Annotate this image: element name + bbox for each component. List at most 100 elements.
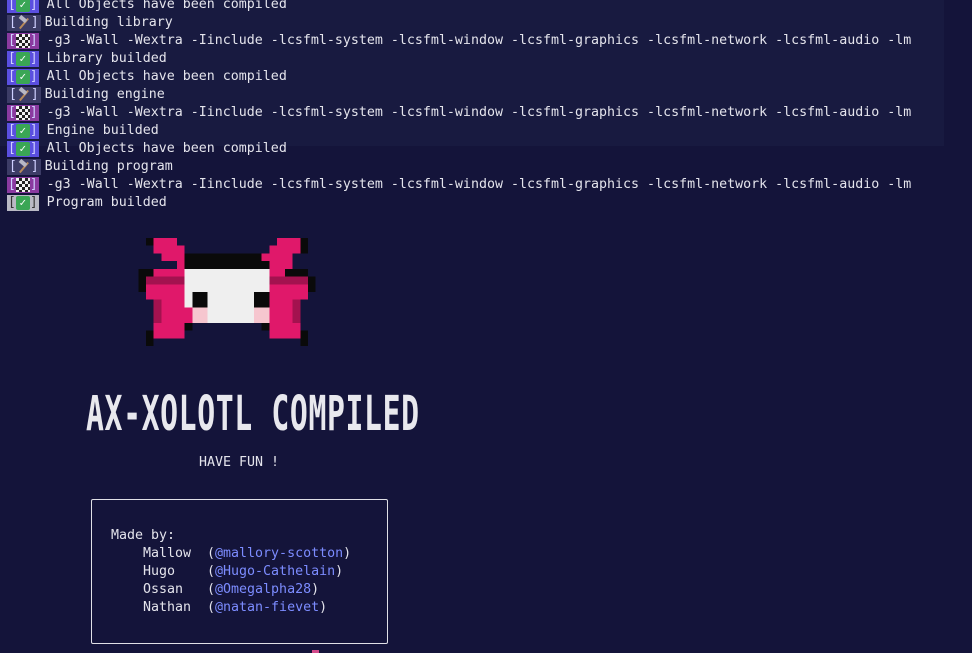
axolotl-pixel (269, 268, 285, 277)
credits-heading: Made by: (111, 528, 176, 543)
log-text: -g3 -Wall -Wextra -Iinclude -lcsfml-syst… (46, 177, 912, 192)
log-line: [✓] Engine builded (7, 122, 911, 140)
success-badge: [✓] (7, 51, 39, 67)
credits-box: Made by: Mallow (@mallory-scotton) Hugo (@… (91, 499, 388, 644)
success-badge: [✓] (7, 69, 39, 85)
axolotl-pixel (269, 322, 301, 339)
log-line: [✓] All Objects have been compiled (7, 140, 911, 158)
axolotl-pixel (138, 276, 146, 292)
log-line: [✓] All Objects have been compiled (7, 68, 911, 86)
credit-handle-link[interactable]: @Hugo-Cathelain (215, 564, 335, 579)
axolotl-pixel (176, 261, 185, 269)
axolotl-pixel (300, 245, 308, 254)
check-mark-icon: ✓ (15, 141, 30, 156)
hammer-icon (17, 88, 31, 102)
credit-handle-link[interactable]: @Omegalpha28 (215, 582, 311, 597)
axolotl-pixel (153, 245, 185, 254)
hammer-icon (17, 16, 31, 30)
log-text: Building library (44, 15, 173, 30)
build-badge: [] (7, 15, 41, 31)
credit-name: Mallow (143, 546, 192, 561)
build-badge: [] (7, 87, 41, 103)
axolotl-pixel (192, 292, 208, 308)
log-line: [] Building engine (7, 86, 911, 104)
flags-badge: [] (7, 105, 39, 121)
log-text: All Objects have been compiled (46, 69, 287, 84)
axolotl-pixel (277, 238, 301, 246)
credit-row: Mallow (@mallory-scotton) (143, 546, 352, 561)
check-mark-icon: ✓ (15, 123, 30, 138)
credit-handle-link[interactable]: @mallory-scotton (215, 546, 343, 561)
log-line: [] -g3 -Wall -Wextra -Iinclude -lcsfml-sy… (7, 32, 911, 50)
credit-name: Ossan (143, 582, 184, 597)
axolotl-pixel (300, 238, 308, 246)
log-text: Program builded (46, 195, 167, 210)
credit-name: Hugo (143, 564, 176, 579)
axolotl-pixel (146, 238, 154, 246)
check-mark-icon: ✓ (15, 69, 30, 84)
hammer-icon (17, 160, 31, 174)
log-text: -g3 -Wall -Wextra -Iinclude -lcsfml-syst… (46, 105, 912, 120)
axolotl-pixel (261, 253, 293, 262)
log-text: Building engine (44, 87, 165, 102)
credit-handle-link[interactable]: @natan-fievet (215, 600, 319, 615)
axolotl-pixel (138, 268, 154, 277)
axolotl-pixel (269, 284, 308, 300)
axolotl-pixel (300, 330, 308, 346)
axolotl-pixel (184, 307, 193, 323)
axolotl-pixel (146, 276, 185, 285)
log-line: [] Building library (7, 14, 911, 32)
axolotl-pixel (153, 268, 185, 277)
log-text: All Objects have been compiled (46, 141, 287, 156)
axolotl-pixel (184, 322, 193, 331)
credit-row: Nathan (@natan-fievet) (143, 600, 328, 615)
axolotl-pixel (308, 276, 316, 292)
axolotl-pixel (207, 307, 254, 323)
axolotl-pixel (254, 292, 270, 308)
credit-row: Ossan (@Omegalpha28) (143, 582, 320, 597)
banner-subtitle: HAVE FUN ! (199, 455, 280, 470)
check-mark-icon: ✓ (15, 195, 30, 210)
log-text: Engine builded (46, 123, 159, 138)
axolotl-pixel (184, 261, 270, 269)
log-line: [] -g3 -Wall -Wextra -Iinclude -lcsfml-sy… (7, 104, 911, 122)
build-log: [✓] All Objects have been compiled[] Build… (7, 0, 911, 212)
log-text: Building program (44, 159, 173, 174)
success-badge: [✓] (7, 195, 39, 211)
log-line: [✓] Library builded (7, 50, 911, 68)
axolotl-pixel (146, 330, 154, 346)
axolotl-pixel (153, 238, 177, 246)
axolotl-pixel (184, 253, 262, 262)
check-mark-icon: ✓ (15, 0, 30, 12)
axolotl-pixel (192, 307, 208, 323)
log-text: All Objects have been compiled (46, 0, 287, 12)
flags-badge: [] (7, 33, 39, 49)
axolotl-pixel-art (138, 238, 316, 346)
credit-row: Hugo (@Hugo-Cathelain) (143, 564, 344, 579)
axolotl-pixel (284, 268, 308, 277)
axolotl-pixel (153, 322, 185, 339)
axolotl-pixel (269, 261, 293, 269)
axolotl-pixel (161, 253, 185, 262)
axolotl-pixel (269, 276, 308, 285)
axolotl-pixel (254, 307, 270, 323)
axolotl-pixel (292, 299, 301, 323)
success-badge: [✓] (7, 141, 39, 157)
banner-title: AX-XOLOTL COMPILED (86, 386, 420, 442)
checkered-flag-icon (15, 105, 30, 120)
log-line: [✓] Program builded (7, 194, 911, 212)
success-badge: [✓] (7, 0, 39, 13)
axolotl-pixel (269, 245, 301, 254)
success-badge: [✓] (7, 123, 39, 139)
log-line: [] Building program (7, 158, 911, 176)
axolotl-pixel (146, 284, 185, 300)
axolotl-pixel (153, 299, 162, 323)
flags-badge: [] (7, 177, 39, 193)
checkered-flag-icon (15, 33, 30, 48)
axolotl-pixel (261, 322, 270, 331)
log-line: [✓] All Objects have been compiled (7, 0, 911, 14)
credit-name: Nathan (143, 600, 192, 615)
log-text: Library builded (46, 51, 167, 66)
checkered-flag-icon (15, 177, 30, 192)
log-line: [] -g3 -Wall -Wextra -Iinclude -lcsfml-sy… (7, 176, 911, 194)
